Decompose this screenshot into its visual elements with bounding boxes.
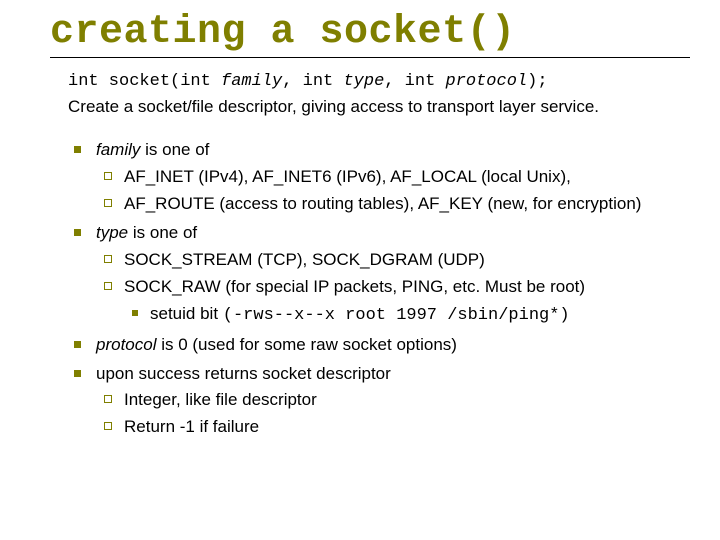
bullet-protocol: protocol is 0 (used for some raw socket … [68, 334, 690, 357]
function-description: Create a socket/file descriptor, giving … [68, 97, 690, 117]
bullet-family-em: family [96, 140, 140, 159]
family-sub-2: AF_ROUTE (access to routing tables), AF_… [96, 193, 690, 216]
bullet-type-rest: is one of [128, 223, 197, 242]
type-sublist: SOCK_STREAM (TCP), SOCK_DGRAM (UDP) SOCK… [96, 249, 690, 328]
bullet-return-text: upon success returns socket descriptor [96, 364, 391, 383]
type-sub-2-text: SOCK_RAW (for special IP packets, PING, … [124, 277, 585, 296]
type-sub-2-sublist: setuid bit (-rws--x--x root 1997 /sbin/p… [124, 303, 690, 328]
bullet-type-em: type [96, 223, 128, 242]
bullet-family-rest: is one of [140, 140, 209, 159]
setuid-code: (-rws--x--x root 1997 /sbin/ping*) [223, 306, 570, 325]
sig-param-family: family [221, 72, 282, 91]
bullet-protocol-rest: is 0 (used for some raw socket options) [156, 335, 456, 354]
return-sublist: Integer, like file descriptor Return -1 … [96, 389, 690, 439]
sig-mid1: , int [282, 72, 343, 91]
function-signature: int socket(int family, int type, int pro… [68, 72, 690, 91]
bullet-type: type is one of SOCK_STREAM (TCP), SOCK_D… [68, 222, 690, 328]
sig-param-protocol: protocol [446, 72, 528, 91]
return-sub-1: Integer, like file descriptor [96, 389, 690, 412]
slide: creating a socket() int socket(int famil… [0, 0, 720, 540]
family-sub-1: AF_INET (IPv4), AF_INET6 (IPv6), AF_LOCA… [96, 166, 690, 189]
return-sub-2: Return -1 if failure [96, 416, 690, 439]
bullet-list: family is one of AF_INET (IPv4), AF_INET… [68, 139, 690, 439]
sig-pre: int socket(int [68, 72, 221, 91]
setuid-lead: setuid bit [150, 304, 223, 323]
sig-param-type: type [343, 72, 384, 91]
sig-post: ); [527, 72, 547, 91]
bullet-return: upon success returns socket descriptor I… [68, 363, 690, 440]
type-sub-2: SOCK_RAW (for special IP packets, PING, … [96, 276, 690, 328]
setuid-line: setuid bit (-rws--x--x root 1997 /sbin/p… [124, 303, 690, 328]
title-rule [50, 57, 690, 58]
bullet-family: family is one of AF_INET (IPv4), AF_INET… [68, 139, 690, 216]
slide-title: creating a socket() [50, 10, 690, 55]
bullet-protocol-em: protocol [96, 335, 156, 354]
type-sub-1: SOCK_STREAM (TCP), SOCK_DGRAM (UDP) [96, 249, 690, 272]
sig-mid2: , int [384, 72, 445, 91]
family-sublist: AF_INET (IPv4), AF_INET6 (IPv6), AF_LOCA… [96, 166, 690, 216]
